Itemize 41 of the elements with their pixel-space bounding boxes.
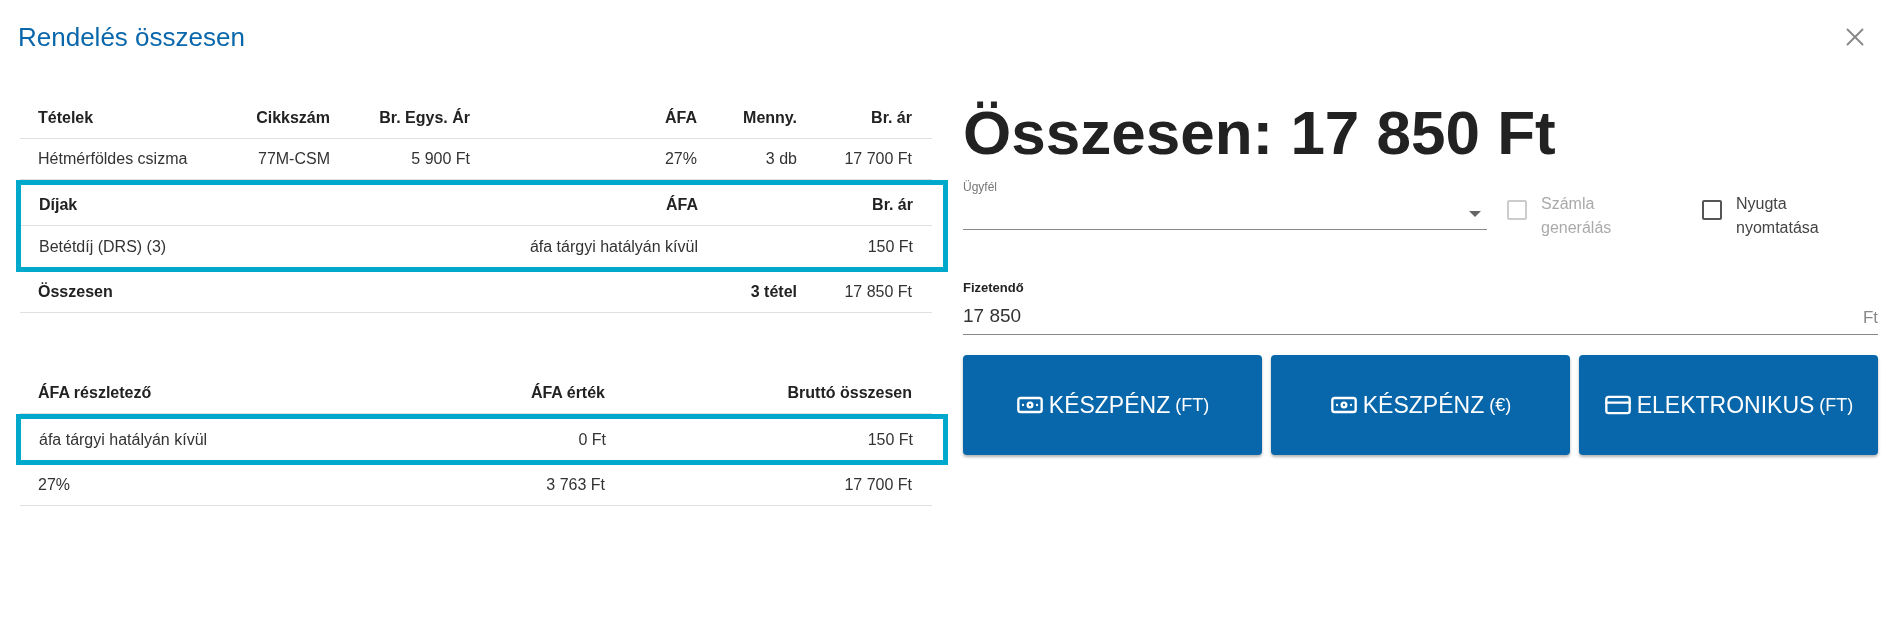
column-header: Díjak: [39, 195, 79, 215]
item-count: 3 tétel: [749, 282, 797, 302]
table-cell-text: 3 db: [764, 149, 797, 169]
table-cell-text: 17 700 Ft: [843, 149, 912, 169]
dialog-title: Rendelés összesen: [18, 20, 245, 54]
table-cell-text: 27%: [38, 475, 72, 495]
table-cell-text: 17 850 Ft: [843, 282, 912, 302]
column-header: Cikkszám: [255, 108, 330, 128]
table-cell-text: 27%: [663, 149, 697, 169]
table-cell-text: 150 Ft: [866, 236, 913, 257]
total-label: Összesen: [38, 281, 114, 302]
table-cell-text: áfa tárgyi hatályán kívül: [528, 236, 698, 257]
column-header: ÁFA: [664, 107, 697, 128]
checkbox[interactable]: [1702, 200, 1722, 220]
payment-button[interactable]: KÉSZPÉNZ (FT): [963, 355, 1262, 455]
payment-button[interactable]: ELEKTRONIKUS (FT): [1579, 355, 1878, 455]
payable-field[interactable]: Fizetendő 17 850 Ft: [963, 278, 1878, 335]
table-cell-text: áfa tárgyi hatályán kívül: [39, 429, 209, 450]
column-header: ÁFA: [665, 194, 698, 215]
table-cell-text: 3 763 Ft: [545, 475, 605, 495]
checkbox-label: Nyugta nyomtatása: [1736, 194, 1820, 238]
column-header: Tételek: [38, 108, 95, 128]
column-header: ÁFA részletező: [38, 382, 153, 403]
table-cell-text: Hétmérföldes csizma: [38, 149, 189, 169]
column-header: Menny.: [742, 108, 797, 128]
table-cell-text: 77M-CSM: [257, 149, 330, 169]
column-header: ÁFA érték: [529, 382, 605, 403]
customer-select[interactable]: Ügyfél: [963, 178, 1487, 230]
dropdown-caret-icon: [1469, 211, 1481, 217]
payment-button[interactable]: KÉSZPÉNZ (€): [1271, 355, 1570, 455]
column-header: Bruttó összesen: [786, 383, 912, 403]
table-cell-text: Betétdíj (DRS) (3): [39, 236, 168, 257]
column-header: Br. ár: [870, 108, 912, 128]
table-cell-text: 0 Ft: [577, 429, 606, 450]
checkbox-label: Számla generálás: [1541, 194, 1613, 238]
column-header: Br. Egys. Ár: [378, 107, 470, 128]
column-header: Br. ár: [871, 195, 913, 215]
table-cell-text: 5 900 Ft: [410, 149, 470, 169]
grand-total: Összesen: 17 850 Ft: [963, 102, 1557, 164]
table-cell-text: 150 Ft: [866, 429, 913, 450]
table-cell-text: 17 700 Ft: [843, 475, 912, 495]
